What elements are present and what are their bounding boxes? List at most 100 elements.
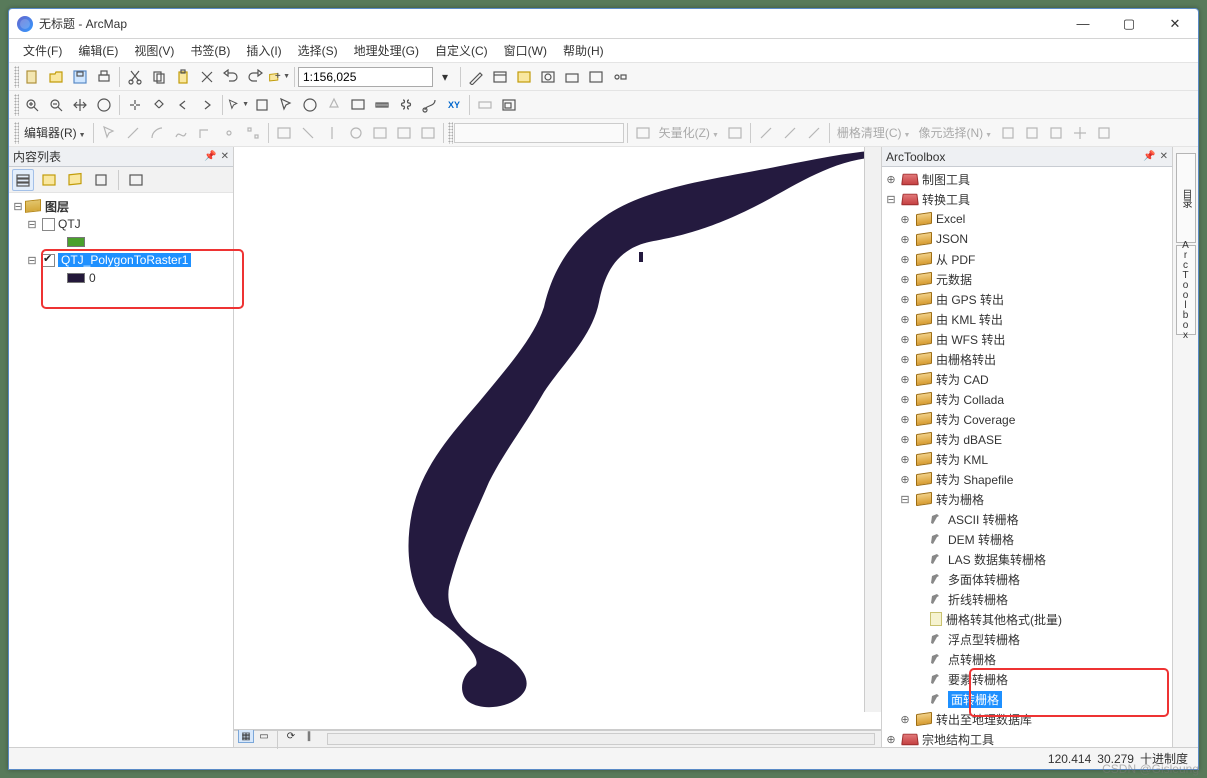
- tool-polyline[interactable]: 折线转栅格: [948, 591, 1008, 608]
- px-b5[interactable]: [1093, 122, 1115, 144]
- map-hscroll[interactable]: [327, 733, 875, 745]
- tool-polygon-to-raster[interactable]: 面转栅格: [948, 691, 1002, 708]
- menu-help[interactable]: 帮助(H): [555, 39, 612, 62]
- toolbox-parcel[interactable]: 宗地结构工具: [922, 731, 994, 748]
- identify-button[interactable]: i: [299, 94, 321, 116]
- zoom-out-button[interactable]: [45, 94, 67, 116]
- ts-metadata[interactable]: 元数据: [936, 271, 972, 288]
- tab-catalog[interactable]: 目录: [1176, 153, 1196, 243]
- toolbar-grip[interactable]: [14, 66, 19, 88]
- ts-to-geodb[interactable]: 转出至地理数据库: [936, 711, 1032, 728]
- edit-vertices[interactable]: [242, 122, 264, 144]
- copy-button[interactable]: [148, 66, 170, 88]
- fixed-zoom-out-button[interactable]: [148, 94, 170, 116]
- toc-root[interactable]: 图层: [45, 198, 69, 215]
- new-button[interactable]: [21, 66, 43, 88]
- toc-pin-icon[interactable]: 📌: [204, 151, 216, 162]
- tool-las[interactable]: LAS 数据集转栅格: [948, 551, 1046, 568]
- toolbar-grip[interactable]: [14, 122, 19, 144]
- map-vscroll[interactable]: [864, 147, 881, 712]
- tab-arctoolbox[interactable]: ArcToolbox: [1176, 245, 1196, 335]
- catalog-button[interactable]: [513, 66, 535, 88]
- tool-point[interactable]: 点转栅格: [948, 651, 996, 668]
- layout-view-button[interactable]: ▭: [256, 729, 272, 743]
- viewer-window-button[interactable]: [498, 94, 520, 116]
- select-features-button[interactable]: [227, 94, 249, 116]
- next-extent-button[interactable]: [196, 94, 218, 116]
- menu-file[interactable]: 文件(F): [15, 39, 70, 62]
- toc-options[interactable]: [125, 169, 147, 191]
- vec-b1[interactable]: [724, 122, 746, 144]
- vec-b2[interactable]: [755, 122, 777, 144]
- vectorize-menu[interactable]: 矢量化(Z): [655, 124, 723, 141]
- open-button[interactable]: [45, 66, 67, 88]
- edit-sketch[interactable]: [393, 122, 415, 144]
- menu-window[interactable]: 窗口(W): [496, 39, 555, 62]
- tool-float[interactable]: 浮点型转栅格: [948, 631, 1020, 648]
- tool-feature[interactable]: 要素转栅格: [948, 671, 1008, 688]
- menu-select[interactable]: 选择(S): [290, 39, 346, 62]
- px-b1[interactable]: [997, 122, 1019, 144]
- clear-selection-button[interactable]: [251, 94, 273, 116]
- toc-button[interactable]: [489, 66, 511, 88]
- list-by-source[interactable]: [38, 169, 60, 191]
- menu-view[interactable]: 视图(V): [126, 39, 182, 62]
- editor-target-combo[interactable]: [454, 123, 624, 143]
- toolbar-grip[interactable]: [14, 94, 19, 116]
- toc-close-icon[interactable]: ✕: [221, 151, 229, 162]
- raster-cleanup-menu[interactable]: 栅格清理(C): [833, 124, 915, 141]
- add-data-button[interactable]: [268, 66, 290, 88]
- edit-point[interactable]: [218, 122, 240, 144]
- menu-edit[interactable]: 编辑(E): [70, 39, 126, 62]
- menu-bookmarks[interactable]: 书签(B): [182, 39, 238, 62]
- ts-from-gps[interactable]: 由 GPS 转出: [936, 291, 1004, 308]
- list-by-drawing-order[interactable]: [12, 169, 34, 191]
- html-popup-button[interactable]: [347, 94, 369, 116]
- print-button[interactable]: [93, 66, 115, 88]
- ts-to-coverage[interactable]: 转为 Coverage: [936, 411, 1015, 428]
- layer-qtj[interactable]: QTJ: [58, 217, 81, 231]
- ts-to-dbase[interactable]: 转为 dBASE: [936, 431, 1002, 448]
- ts-from-wfs[interactable]: 由 WFS 转出: [936, 331, 1005, 348]
- toolbox-conversion[interactable]: 转换工具: [922, 191, 970, 208]
- edit-template[interactable]: [417, 122, 439, 144]
- layer-polygon-to-raster[interactable]: QTJ_PolygonToRaster1: [58, 253, 191, 267]
- hyperlink-button[interactable]: [323, 94, 345, 116]
- edit-rotate[interactable]: [345, 122, 367, 144]
- python-button[interactable]: [585, 66, 607, 88]
- ts-to-collada[interactable]: 转为 Collada: [936, 391, 1004, 408]
- ts-to-cad[interactable]: 转为 CAD: [936, 371, 989, 388]
- tool-multipatch[interactable]: 多面体转栅格: [948, 571, 1020, 588]
- toolbox-cartography[interactable]: 制图工具: [922, 171, 970, 188]
- scale-dropdown[interactable]: ▾: [434, 66, 456, 88]
- tool-batch[interactable]: 栅格转其他格式(批量): [946, 611, 1062, 628]
- paste-button[interactable]: [172, 66, 194, 88]
- editor-menu[interactable]: 编辑器(R): [20, 124, 90, 141]
- delete-button[interactable]: [196, 66, 218, 88]
- find-button[interactable]: [395, 94, 417, 116]
- pause-draw-button[interactable]: ∥: [301, 729, 317, 743]
- layer2-checkbox[interactable]: [42, 254, 55, 267]
- edit-arc[interactable]: [146, 122, 168, 144]
- px-b2[interactable]: [1021, 122, 1043, 144]
- map-canvas[interactable]: [234, 147, 881, 730]
- tool-ascii[interactable]: ASCII 转栅格: [948, 511, 1019, 528]
- full-extent-button[interactable]: [93, 94, 115, 116]
- vec-b3[interactable]: [779, 122, 801, 144]
- edit-right[interactable]: [194, 122, 216, 144]
- edit-attributes[interactable]: [369, 122, 391, 144]
- ts-to-shp[interactable]: 转为 Shapefile: [936, 471, 1013, 488]
- menu-customize[interactable]: 自定义(C): [427, 39, 496, 62]
- time-slider-button[interactable]: [474, 94, 496, 116]
- goto-xy-button[interactable]: XY: [443, 94, 465, 116]
- maximize-button[interactable]: ▢: [1106, 9, 1152, 39]
- find-route-button[interactable]: [419, 94, 441, 116]
- minimize-button[interactable]: —: [1060, 9, 1106, 39]
- layer1-swatch[interactable]: [67, 237, 85, 247]
- toc-tree[interactable]: ⊟图层 ⊟QTJ ⊟QTJ_PolygonToRaster1 0: [9, 193, 233, 747]
- save-button[interactable]: [69, 66, 91, 88]
- toolbar-grip[interactable]: [448, 122, 453, 144]
- px-b4[interactable]: [1069, 122, 1091, 144]
- arctoolbox-button[interactable]: [561, 66, 583, 88]
- ts-to-kml[interactable]: 转为 KML: [936, 451, 988, 468]
